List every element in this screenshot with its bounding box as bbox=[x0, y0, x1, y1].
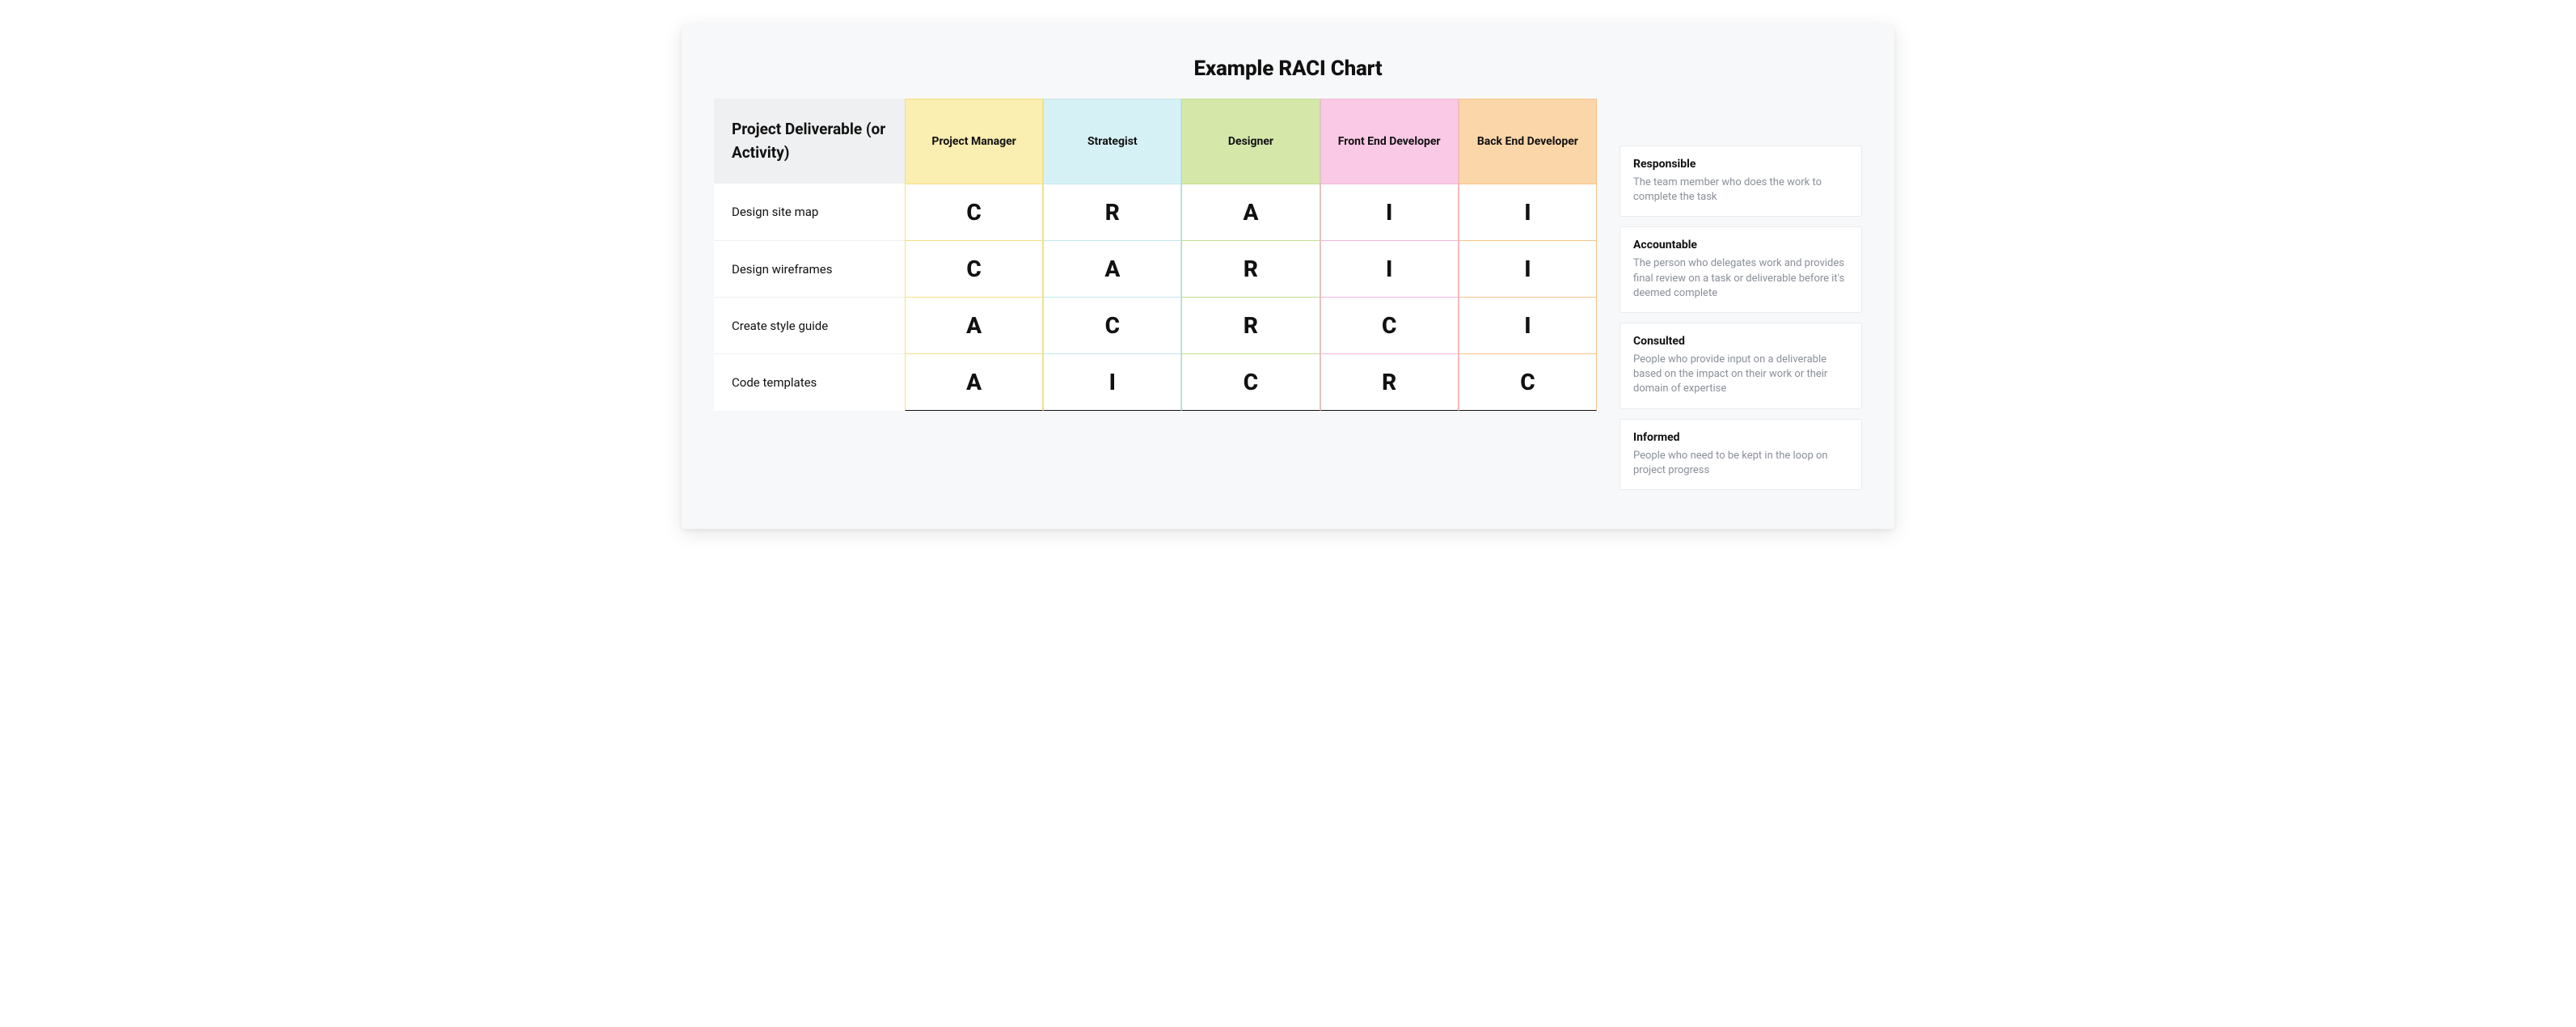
raci-cell: C bbox=[1181, 353, 1320, 411]
raci-cell: C bbox=[1043, 297, 1181, 353]
legend-term: Consulted bbox=[1633, 335, 1848, 348]
table-row: Design wireframes C A R I I bbox=[714, 240, 1597, 297]
raci-cell: I bbox=[1043, 353, 1181, 411]
row-label: Code templates bbox=[714, 353, 905, 411]
raci-cell: A bbox=[905, 353, 1043, 411]
legend-item-informed: Informed People who need to be kept in t… bbox=[1620, 419, 1862, 490]
raci-table: Project Deliverable (or Activity) Projec… bbox=[714, 99, 1597, 411]
raci-table-wrap: Project Deliverable (or Activity) Projec… bbox=[714, 99, 1597, 411]
raci-cell: I bbox=[1320, 184, 1459, 240]
row-label: Design wireframes bbox=[714, 240, 905, 297]
raci-cell: I bbox=[1459, 297, 1597, 353]
row-label: Create style guide bbox=[714, 297, 905, 353]
raci-cell: C bbox=[905, 184, 1043, 240]
chart-layout: Project Deliverable (or Activity) Projec… bbox=[714, 99, 1862, 490]
raci-cell: A bbox=[1181, 184, 1320, 240]
legend-desc: People who need to be kept in the loop o… bbox=[1633, 449, 1848, 478]
raci-cell: R bbox=[1043, 184, 1181, 240]
raci-cell: I bbox=[1459, 184, 1597, 240]
row-label: Design site map bbox=[714, 184, 905, 240]
raci-cell: C bbox=[1320, 297, 1459, 353]
raci-cell: A bbox=[1043, 240, 1181, 297]
table-row: Design site map C R A I I bbox=[714, 184, 1597, 240]
raci-cell: R bbox=[1181, 297, 1320, 353]
raci-cell: A bbox=[905, 297, 1043, 353]
legend-term: Responsible bbox=[1633, 158, 1848, 171]
raci-cell: I bbox=[1320, 240, 1459, 297]
legend-item-consulted: Consulted People who provide input on a … bbox=[1620, 323, 1862, 409]
legend-desc: The person who delegates work and provid… bbox=[1633, 256, 1848, 301]
legend-desc: The team member who does the work to com… bbox=[1633, 175, 1848, 205]
raci-legend: Responsible The team member who does the… bbox=[1620, 99, 1862, 490]
legend-item-accountable: Accountable The person who delegates wor… bbox=[1620, 226, 1862, 313]
legend-desc: People who provide input on a deliverabl… bbox=[1633, 353, 1848, 397]
role-header-project-manager: Project Manager bbox=[905, 99, 1043, 184]
raci-cell: I bbox=[1459, 240, 1597, 297]
chart-title: Example RACI Chart bbox=[714, 57, 1862, 81]
table-row: Code templates A I C R C bbox=[714, 353, 1597, 411]
legend-term: Accountable bbox=[1633, 239, 1848, 251]
role-header-back-end-developer: Back End Developer bbox=[1459, 99, 1597, 184]
role-header-front-end-developer: Front End Developer bbox=[1320, 99, 1459, 184]
raci-cell: C bbox=[905, 240, 1043, 297]
legend-item-responsible: Responsible The team member who does the… bbox=[1620, 146, 1862, 217]
table-row: Create style guide A C R C I bbox=[714, 297, 1597, 353]
deliverable-header: Project Deliverable (or Activity) bbox=[714, 99, 905, 184]
raci-cell: R bbox=[1181, 240, 1320, 297]
raci-chart-card: Example RACI Chart Project Deliverable (… bbox=[682, 24, 1894, 529]
role-header-strategist: Strategist bbox=[1043, 99, 1181, 184]
raci-cell: C bbox=[1459, 353, 1597, 411]
role-header-designer: Designer bbox=[1181, 99, 1320, 184]
legend-term: Informed bbox=[1633, 431, 1848, 444]
raci-cell: R bbox=[1320, 353, 1459, 411]
